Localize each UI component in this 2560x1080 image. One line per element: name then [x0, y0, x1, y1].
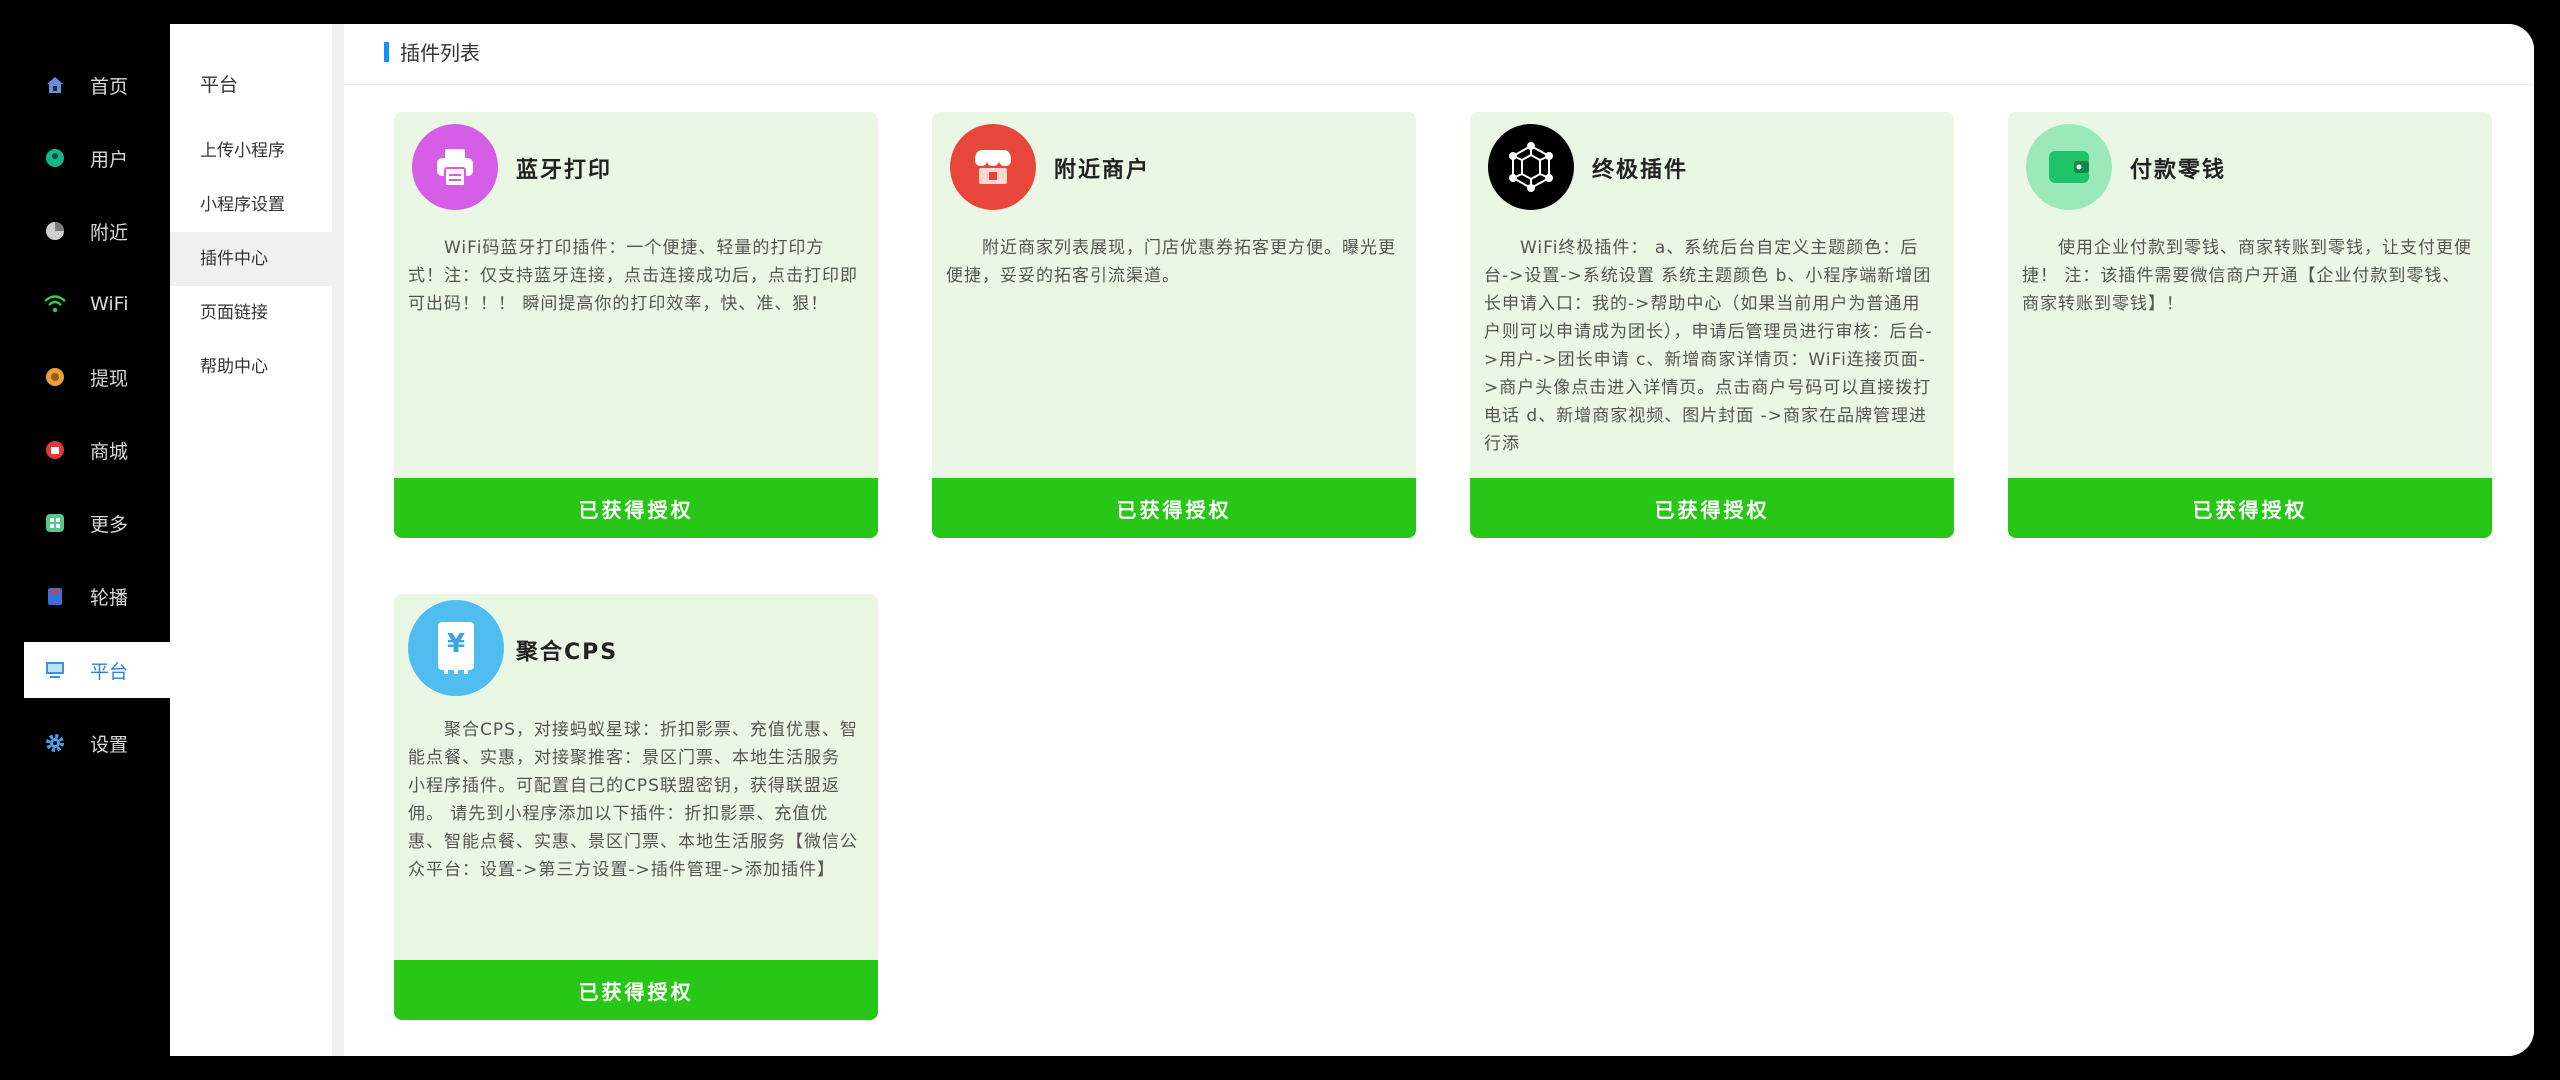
plugin-card-ultimate: 终极插件 WiFi终极插件： a、系统后台自定义主题颜色：后台->设置->系统设…	[1470, 112, 1954, 538]
plugin-description: WiFi终极插件： a、系统后台自定义主题颜色：后台->设置->系统设置 系统主…	[1484, 238, 1933, 454]
nav-item-home[interactable]: 首页	[24, 57, 170, 113]
authorized-button[interactable]: 已获得授权	[2008, 478, 2492, 538]
nearby-icon	[44, 220, 66, 242]
home-icon	[44, 74, 66, 96]
withdraw-icon	[44, 366, 66, 388]
authorized-button[interactable]: 已获得授权	[932, 478, 1416, 538]
subnav-item-miniprogram-settings[interactable]: 小程序设置	[170, 178, 332, 232]
plugin-card-nearby-merchants: 附近商户 附近商家列表展现，门店优惠券拓客更方便。曝光更便捷，妥妥的拓客引流渠道…	[932, 112, 1416, 538]
subnav-item-page-links[interactable]: 页面链接	[170, 286, 332, 340]
yuan-coupon-icon: ¥	[408, 600, 504, 696]
nav-item-withdraw[interactable]: 提现	[24, 349, 170, 405]
nav-item-nearby[interactable]: 附近	[24, 203, 170, 259]
sub-nav: 平台 上传小程序 小程序设置 插件中心 页面链接 帮助中心	[170, 24, 332, 1056]
authorized-button[interactable]: 已获得授权	[394, 478, 878, 538]
subnav-item-plugin-center[interactable]: 插件中心	[170, 232, 332, 286]
plugin-description: 聚合CPS，对接蚂蚁星球：折扣影票、充值优惠、智能点餐、实惠，对接聚推客：景区门…	[408, 720, 858, 880]
subnav-title: 平台	[200, 74, 239, 96]
nav-item-settings[interactable]: 设置	[24, 715, 170, 771]
plugin-name: 终极插件	[1592, 158, 1689, 183]
user-icon	[44, 147, 66, 169]
plugin-description: WiFi码蓝牙打印插件：一个便捷、轻量的打印方式！注：仅支持蓝牙连接，点击连接成…	[408, 238, 858, 314]
more-icon	[44, 512, 66, 534]
content-header: 插件列表	[344, 24, 2534, 85]
printer-icon	[412, 124, 498, 210]
divider	[332, 24, 344, 1056]
plugin-card-pay-to-change: 付款零钱 使用企业付款到零钱、商家转账到零钱，让支付更便捷！ 注：该插件需要微信…	[2008, 112, 2492, 538]
store-icon	[950, 124, 1036, 210]
nav-item-user[interactable]: 用户	[24, 130, 170, 186]
shop-icon	[44, 439, 66, 461]
svg-text:¥: ¥	[447, 629, 465, 659]
nav-item-more[interactable]: 更多	[24, 495, 170, 551]
nav-item-shop[interactable]: 商城	[24, 422, 170, 478]
subnav-item-help-center[interactable]: 帮助中心	[170, 340, 332, 394]
authorized-button[interactable]: 已获得授权	[394, 960, 878, 1020]
nav-item-platform[interactable]: 平台	[24, 642, 170, 698]
app-panel: 平台 上传小程序 小程序设置 插件中心 页面链接 帮助中心 插件列表 蓝牙打印 …	[170, 24, 2534, 1056]
main-nav: 首页 用户 附近 WiFi 提现 商城 更多 轮播 平台 设置	[0, 0, 170, 1080]
page-title: 插件列表	[400, 41, 480, 65]
plugin-list: 蓝牙打印 WiFi码蓝牙打印插件：一个便捷、轻量的打印方式！注：仅支持蓝牙连接，…	[344, 85, 2534, 1056]
main-content: 插件列表 蓝牙打印 WiFi码蓝牙打印插件：一个便捷、轻量的打印方式！注：仅支持…	[344, 24, 2534, 1056]
carousel-icon	[44, 585, 66, 607]
plugin-card-aggregate-cps: ¥ 聚合CPS 聚合CPS，对接蚂蚁星球：折扣影票、充值优惠、智能点餐、实惠，对…	[394, 594, 878, 1020]
wallet-icon	[2026, 124, 2112, 210]
nav-item-carousel[interactable]: 轮播	[24, 568, 170, 624]
settings-gear-icon	[44, 732, 66, 754]
platform-icon	[44, 659, 66, 681]
plugin-card-bluetooth-print: 蓝牙打印 WiFi码蓝牙打印插件：一个便捷、轻量的打印方式！注：仅支持蓝牙连接，…	[394, 112, 878, 538]
plugin-name: 附近商户	[1054, 158, 1151, 183]
plugin-description: 附近商家列表展现，门店优惠券拓客更方便。曝光更便捷，妥妥的拓客引流渠道。	[946, 238, 1396, 286]
plugin-name: 聚合CPS	[516, 640, 619, 665]
nav-item-wifi[interactable]: WiFi	[24, 276, 170, 332]
plugin-name: 付款零钱	[2130, 158, 2227, 183]
subnav-item-upload-miniprogram[interactable]: 上传小程序	[170, 124, 332, 178]
plugin-description: 使用企业付款到零钱、商家转账到零钱，让支付更便捷！ 注：该插件需要微信商户开通【…	[2022, 238, 2472, 314]
plugin-name: 蓝牙打印	[516, 158, 613, 183]
authorized-button[interactable]: 已获得授权	[1470, 478, 1954, 538]
wifi-icon	[44, 293, 66, 315]
title-accent-bar	[384, 42, 389, 62]
network-icon	[1488, 124, 1574, 210]
